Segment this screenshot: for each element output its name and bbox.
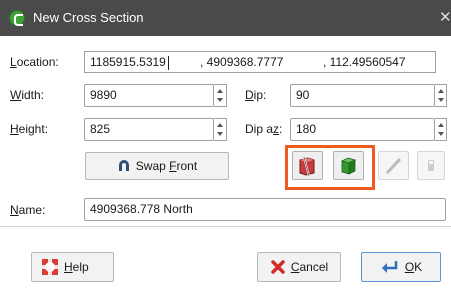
lock-button[interactable] bbox=[417, 151, 445, 180]
ok-button[interactable]: OK bbox=[361, 252, 441, 282]
name-label: Name: bbox=[10, 203, 46, 217]
text-caret bbox=[168, 56, 169, 70]
cancel-x-icon bbox=[271, 260, 285, 274]
width-input[interactable]: 9890 bbox=[84, 84, 214, 107]
location-label: Location: bbox=[10, 55, 59, 69]
height-input[interactable]: 825 bbox=[84, 118, 214, 141]
height-spinner[interactable] bbox=[214, 118, 227, 141]
lifebuoy-icon bbox=[42, 259, 58, 275]
close-icon[interactable]: ✕ bbox=[439, 8, 451, 26]
draw-line-button[interactable] bbox=[378, 151, 409, 180]
width-spinner[interactable] bbox=[214, 84, 227, 107]
block-view-button[interactable] bbox=[333, 151, 364, 180]
cancel-button[interactable]: Cancel bbox=[257, 252, 341, 282]
pencil-icon bbox=[385, 157, 402, 175]
green-block-icon bbox=[340, 157, 357, 175]
app-logo-icon bbox=[9, 10, 25, 26]
name-input[interactable]: 4909368.778 North bbox=[84, 198, 446, 221]
dip-label: Dip: bbox=[245, 88, 267, 102]
location-x-value: 1185915.5319 bbox=[90, 55, 166, 69]
window-title: New Cross Section bbox=[33, 10, 144, 25]
height-label: Height: bbox=[10, 122, 49, 136]
swap-front-icon bbox=[118, 160, 129, 171]
swap-front-button[interactable]: Swap Front bbox=[85, 152, 229, 180]
slice-section-button[interactable] bbox=[292, 151, 323, 180]
width-label: Width: bbox=[10, 88, 45, 102]
location-y-value: , 4909368.7777 bbox=[200, 55, 284, 69]
footer-divider bbox=[0, 226, 451, 227]
dip-spinner[interactable] bbox=[435, 84, 447, 107]
dip-az-label: Dip az: bbox=[245, 122, 283, 136]
dip-az-spinner[interactable] bbox=[435, 118, 447, 141]
dip-input[interactable]: 90 bbox=[290, 84, 435, 107]
dip-az-input[interactable]: 180 bbox=[290, 118, 435, 141]
enter-arrow-icon bbox=[381, 261, 398, 273]
lock-icon bbox=[428, 160, 434, 171]
title-bar: New Cross Section ✕ bbox=[0, 0, 451, 36]
location-field[interactable]: 1185915.5319 , 4909368.7777 , 112.495605… bbox=[84, 51, 436, 73]
sliced-block-icon bbox=[299, 156, 315, 177]
help-button[interactable]: Help bbox=[31, 252, 114, 282]
location-z-value: , 112.49560547 bbox=[323, 55, 406, 69]
